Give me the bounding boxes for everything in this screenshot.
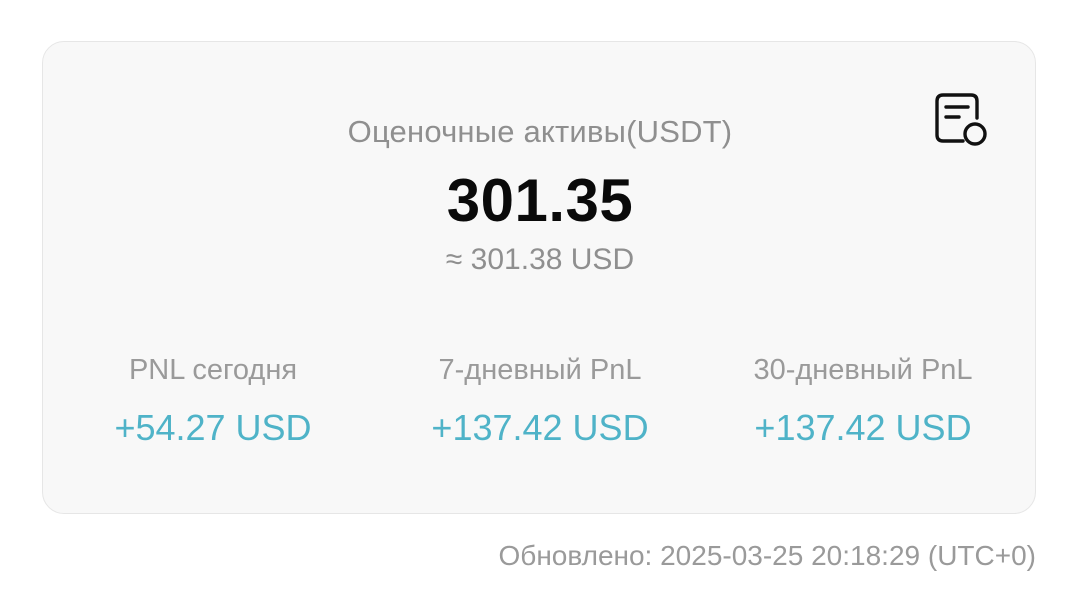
estimated-assets-value: 301.35 <box>446 167 634 234</box>
estimated-assets-usd: ≈ 301.38 USD <box>445 243 635 276</box>
pnl-7d-label: 7-дневный PnL <box>438 354 642 386</box>
pnl-today-label: PNL сегодня <box>128 354 298 386</box>
estimated-assets-label: Оценочные активы(USDT) <box>347 114 733 149</box>
pnl-7d: 7-дневный PnL +137.42 USD <box>370 354 710 449</box>
pnl-30d: 30-дневный PnL +137.42 USD <box>693 354 1033 449</box>
assets-card: Оценочные активы(USDT) 301.35 ≈ 301.38 U… <box>42 41 1036 514</box>
pnl-today-value: +54.27 USD <box>114 407 312 448</box>
pnl-30d-value: +137.42 USD <box>754 407 972 448</box>
pnl-7d-value: +137.42 USD <box>431 407 649 448</box>
pnl-today: PNL сегодня +54.27 USD <box>43 354 383 449</box>
pnl-30d-label: 30-дневный PnL <box>753 354 973 386</box>
last-updated-timestamp: Обновлено: 2025-03-25 20:18:29 (UTC+0) <box>498 540 1036 571</box>
